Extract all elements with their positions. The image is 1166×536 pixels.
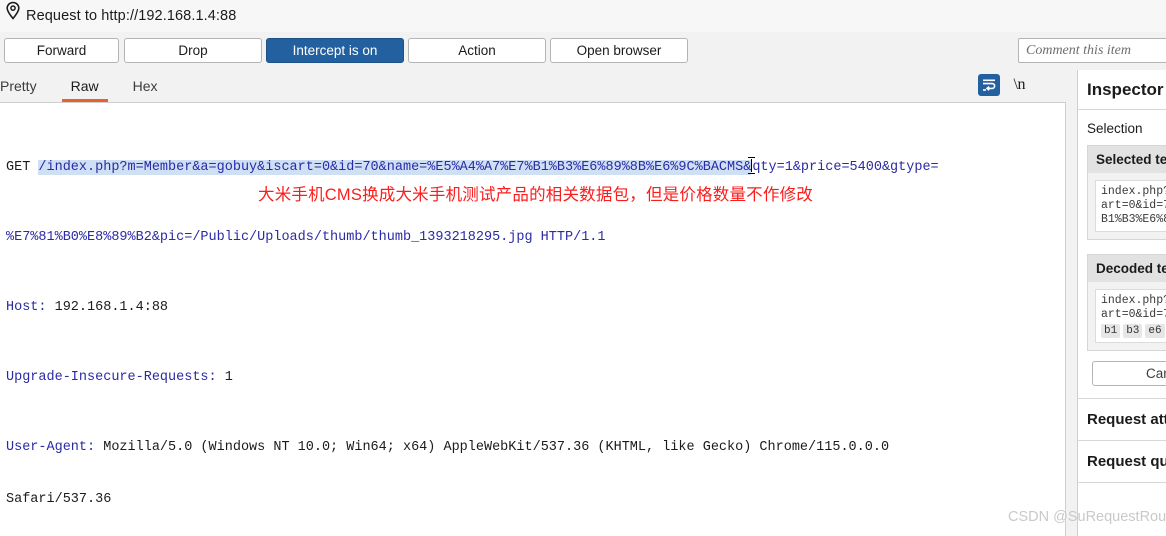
window-titlebar: Request to http://192.168.1.4:88 [0, 0, 1166, 32]
request-line-1-tail: qty=1&price=5400&gtype= [752, 159, 939, 175]
inspector-selection-label: Selection [1087, 121, 1143, 136]
menu-icon[interactable] [1039, 78, 1058, 92]
header-user-agent-wrap: Safari/537.36 [6, 492, 112, 507]
header-user-agent: User-Agent: Mozilla/5.0 (Windows NT 10.0… [6, 439, 1065, 457]
decoded-chip-b1: b1 [1101, 324, 1121, 338]
intercept-toolbar: Forward Drop Intercept is on Action Open… [0, 32, 1166, 70]
drop-button[interactable]: Drop [124, 38, 262, 63]
tab-pretty[interactable]: Pretty [0, 70, 54, 102]
header-user-agent-value: Mozilla/5.0 (Windows NT 10.0; Win64; x64… [103, 439, 890, 455]
selected-text-card-body[interactable]: index.php?m=Member&a=gobuy&isc art=0&id=… [1095, 180, 1166, 232]
tab-raw[interactable]: Raw [54, 70, 116, 102]
header-host-value: 192.168.1.4:88 [54, 299, 169, 315]
intercept-toggle-button[interactable]: Intercept is on [266, 38, 404, 63]
window-title: Request to http://192.168.1.4:88 [26, 8, 237, 24]
raw-request-content: GET /index.php?m=Member&a=gobuy&iscart=0… [6, 106, 1065, 536]
inspector-panel: Inspector Selection Selected text index.… [1077, 70, 1166, 536]
comment-placeholder: Comment this item [1026, 42, 1131, 58]
newline-icon[interactable]: \n [1014, 76, 1026, 94]
forward-button[interactable]: Forward [4, 38, 119, 63]
word-wrap-icon[interactable] [977, 74, 1000, 96]
header-upgrade-insecure-requests: Upgrade-Insecure-Requests: 1 [6, 369, 1065, 387]
request-editor-pane: Pretty Raw Hex \n GET /index.php?m=Membe… [0, 70, 1066, 536]
selected-text-card: Selected text index.php?m=Member&a=gobuy… [1087, 145, 1166, 240]
request-query-parameters-row[interactable]: Request query parameters [1078, 441, 1166, 483]
decoded-text-card: Decoded text index.php?m=Member&a=gobuy&… [1087, 254, 1166, 351]
decoded-chip-row: b1 b3 e6 [1101, 324, 1166, 338]
header-user-agent-name: User-Agent: [6, 439, 104, 455]
red-annotation-text: 大米手机CMS换成大米手机测试产品的相关数据包，但是价格数量不作修改 [258, 186, 813, 204]
selected-text-card-title: Selected text [1088, 146, 1166, 173]
text-caret [748, 156, 756, 174]
raw-request-text[interactable]: GET /index.php?m=Member&a=gobuy&iscart=0… [0, 102, 1066, 536]
action-button[interactable]: Action [408, 38, 546, 63]
decoded-chip-b3: b3 [1123, 324, 1143, 338]
editor-tabbar: Pretty Raw Hex \n [0, 70, 1066, 102]
header-host-name: Host: [6, 299, 55, 315]
decoded-text-card-body[interactable]: index.php?m=Member&a=gobuy&isc art=0&id=… [1095, 289, 1166, 343]
selected-query-text: /index.php?m=Member&a=gobuy&iscart=0&id=… [38, 159, 752, 175]
inspector-title: Inspector [1078, 70, 1166, 110]
request-line-2: %E7%81%B0%E8%89%B2&pic=/Public/Uploads/t… [6, 229, 606, 245]
header-upgrade-name: Upgrade-Insecure-Requests: [6, 369, 225, 385]
pin-icon [4, 1, 22, 23]
decoded-text-value: index.php?m=Member&a=gobuy&isc art=0&id=… [1101, 294, 1166, 321]
decoded-chip-e6: e6 [1145, 324, 1165, 338]
open-browser-button[interactable]: Open browser [550, 38, 688, 63]
request-attributes-row[interactable]: Request attributes [1078, 399, 1166, 441]
tab-hex[interactable]: Hex [116, 70, 175, 102]
editor-tools: \n [977, 74, 1058, 96]
burp-intercept-window: Request to http://192.168.1.4:88 Forward… [0, 0, 1166, 536]
header-upgrade-value: 1 [224, 369, 233, 385]
comment-input[interactable]: Comment this item [1018, 38, 1166, 63]
cancel-button[interactable]: Cancel [1092, 361, 1166, 386]
http-method: GET [6, 159, 39, 175]
request-line-1: GET /index.php?m=Member&a=gobuy&iscart=0… [6, 156, 1065, 177]
decoded-text-card-title: Decoded text [1088, 255, 1166, 282]
header-host: Host: 192.168.1.4:88 [6, 299, 1065, 317]
